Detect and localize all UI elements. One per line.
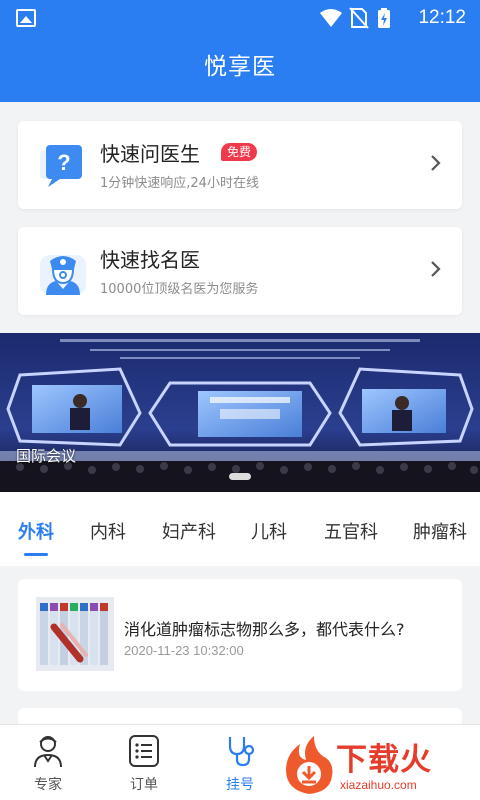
nav-label: 挂号 [226,777,254,793]
watermark: 下载火 xiazaihuo.com [276,728,480,800]
free-badge: 免费 [221,143,258,161]
watermark-url: xiazaihuo.com [340,778,417,792]
active-tab-indicator [24,553,48,556]
tab-obstetrics[interactable]: 妇产科 [162,518,216,544]
carousel-dot-active [229,473,251,480]
card-title: 快速问医生 [100,142,200,166]
card-subtitle: 10000位顶级名医为您服务 [100,282,259,297]
status-time: 12:12 [418,7,466,28]
svg-text:?: ? [57,150,70,175]
find-doctor-card[interactable]: 快速找名医 10000位顶级名医为您服务 [18,227,462,315]
card-title: 快速找名医 [100,248,200,272]
article-date: 2020-11-23 10:32:00 [124,643,244,658]
article-card[interactable]: 消化道肿瘤标志物那么多，都代表什么? 2020-11-23 10:32:00 [18,579,462,691]
image-notification-icon [16,9,36,27]
status-icons [320,7,390,29]
app-header: 悦享医 [0,36,480,102]
tab-ent[interactable]: 五官科 [324,518,378,544]
nav-orders[interactable]: 订单 [96,725,192,800]
status-bar: 12:12 [0,0,480,36]
nav-registration[interactable]: 挂号 [192,725,288,800]
watermark-text: 下载火 [336,742,432,778]
battery-charging-icon [378,8,390,28]
doctor-avatar-icon [34,736,62,768]
doctor-icon [40,255,86,295]
tab-internal-medicine[interactable]: 内科 [90,518,126,544]
flame-logo-icon [286,736,333,794]
tab-oncology[interactable]: 肿瘤科 [413,518,467,544]
card-subtitle: 1分钟快速响应,24小时在线 [100,176,259,191]
stethoscope-icon [228,737,255,767]
tab-pediatrics[interactable]: 儿科 [251,518,287,544]
nav-label: 专家 [34,777,62,793]
banner-caption: 国际会议 [16,447,77,465]
chat-question-icon: ? [40,145,82,187]
chevron-right-icon [431,155,441,171]
quick-consult-card[interactable]: ? 快速问医生 免费 1分钟快速响应,24小时在线 [18,121,462,209]
article-title: 消化道肿瘤标志物那么多，都代表什么? [124,620,405,639]
page-title: 悦享医 [204,54,276,80]
no-sim-icon [349,7,369,29]
wifi-icon [320,9,342,27]
tab-surgery[interactable]: 外科 [18,518,54,544]
nav-experts[interactable]: 专家 [0,725,96,800]
article-thumbnail [36,597,114,671]
carousel-indicator [0,465,480,484]
conference-banner[interactable]: 国际会议 [0,333,480,492]
department-tabs: 外科 内科 妇产科 儿科 五官科 肿瘤科 [0,492,480,566]
nav-label: 订单 [130,777,158,793]
order-list-icon [129,735,159,767]
chevron-right-icon [431,261,441,277]
